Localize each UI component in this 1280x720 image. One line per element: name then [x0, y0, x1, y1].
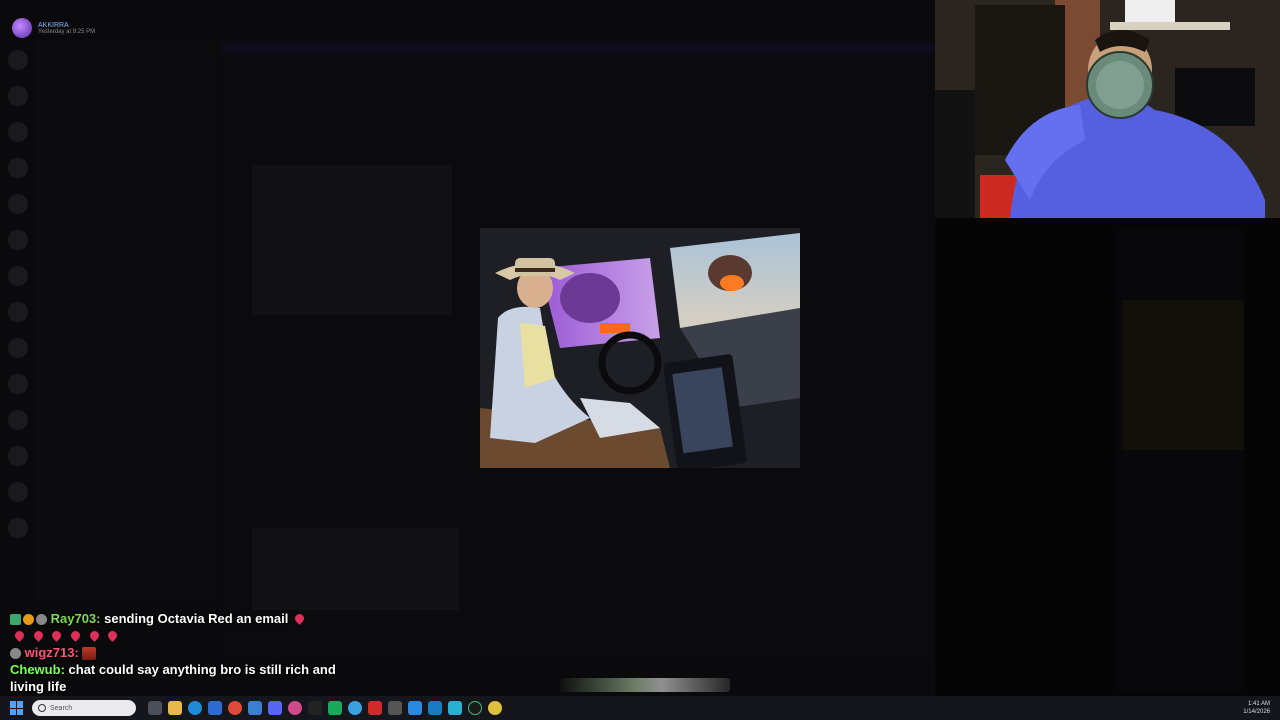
task-view-icon[interactable] — [148, 701, 162, 715]
chat-message: Ray703: sending Octavia Red an email — [10, 610, 370, 644]
app-icon[interactable] — [328, 701, 342, 715]
taskbar: Search 1:41 AM 1/14/2026 — [0, 696, 1280, 720]
server-icon[interactable] — [8, 410, 28, 430]
stream-chat-overlay: Ray703: sending Octavia Red an email wig… — [10, 610, 370, 695]
emote-icon — [82, 647, 97, 661]
server-rail — [0, 40, 36, 620]
badge-icon — [23, 614, 34, 626]
blood-drop-emote-icon — [50, 629, 64, 642]
video-player[interactable] — [480, 228, 800, 468]
chat-username: Chewub — [10, 662, 61, 677]
video-frame — [480, 228, 800, 468]
system-clock[interactable]: 1:41 AM 1/14/2026 — [1243, 700, 1270, 716]
server-icon[interactable] — [8, 302, 28, 322]
light-streak — [560, 678, 730, 692]
server-icon[interactable] — [8, 266, 28, 286]
server-icon[interactable] — [8, 338, 28, 358]
chat-text: sending Octavia Red an email — [104, 611, 289, 626]
server-icon[interactable] — [8, 122, 28, 142]
server-icon[interactable] — [8, 374, 28, 394]
windows-start-icon[interactable] — [10, 701, 24, 715]
chrome-icon[interactable] — [288, 701, 302, 715]
blood-drop-emote-icon — [87, 629, 101, 642]
blood-drop-emote-icon — [31, 629, 45, 642]
clock-date: 1/14/2026 — [1243, 709, 1270, 715]
server-icon[interactable] — [8, 158, 28, 178]
message-image[interactable] — [252, 165, 452, 315]
chat-username: Ray703 — [50, 611, 97, 626]
app-icon[interactable] — [348, 701, 362, 715]
store-icon[interactable] — [208, 701, 222, 715]
clock-time: 1:41 AM — [1247, 701, 1270, 707]
server-icon[interactable] — [8, 50, 28, 70]
message-image[interactable] — [252, 528, 459, 610]
blood-drop-emote-icon — [13, 629, 26, 642]
author-name[interactable]: AKKIRRA — [38, 22, 95, 29]
app-icon[interactable] — [408, 701, 422, 715]
pinned-apps — [148, 701, 502, 715]
chat-username: wigz713 — [24, 645, 75, 660]
server-icon[interactable] — [8, 194, 28, 214]
server-icon[interactable] — [8, 446, 28, 466]
chrome-icon[interactable] — [228, 701, 242, 715]
blood-drop-emote-icon — [293, 612, 306, 625]
server-icon[interactable] — [8, 86, 28, 106]
search-placeholder: Search — [50, 704, 73, 712]
message-timestamp: Yesterday at 9:25 PM — [38, 28, 96, 35]
badge-icon — [10, 614, 21, 626]
chrome-icon[interactable] — [488, 701, 502, 715]
blood-drop-emote-icon — [69, 629, 82, 642]
obs-icon[interactable] — [308, 701, 322, 715]
webcam-frame — [935, 0, 1280, 218]
chat-message: wigz713: — [10, 644, 370, 661]
discord-icon[interactable] — [268, 701, 282, 715]
app-icon[interactable] — [468, 701, 482, 715]
channel-banner — [222, 42, 935, 54]
app-icon[interactable] — [428, 701, 442, 715]
blood-drop-emote-icon — [106, 629, 119, 642]
webcam-overlay — [935, 0, 1280, 218]
chat-message: Chewub: chat could say anything bro is s… — [10, 662, 336, 694]
search-icon — [38, 704, 46, 712]
app-icon[interactable] — [448, 701, 462, 715]
message-author: AKKIRRA Yesterday at 9:25 PM — [12, 18, 95, 38]
poster-image — [1122, 300, 1244, 450]
app-icon[interactable] — [368, 701, 382, 715]
channel-topbar — [220, 22, 935, 38]
taskbar-search[interactable]: Search — [32, 700, 136, 716]
member-panel — [1115, 230, 1245, 690]
badge-icon — [10, 648, 21, 660]
server-icon[interactable] — [8, 482, 28, 502]
user-badges — [10, 614, 47, 626]
channel-list — [36, 40, 216, 600]
edge-icon[interactable] — [188, 701, 202, 715]
server-icon[interactable] — [8, 230, 28, 250]
server-icon[interactable] — [8, 518, 28, 538]
badge-icon — [36, 614, 47, 626]
app-icon[interactable] — [248, 701, 262, 715]
avatar[interactable] — [12, 18, 32, 38]
file-explorer-icon[interactable] — [168, 701, 182, 715]
app-icon[interactable] — [388, 701, 402, 715]
